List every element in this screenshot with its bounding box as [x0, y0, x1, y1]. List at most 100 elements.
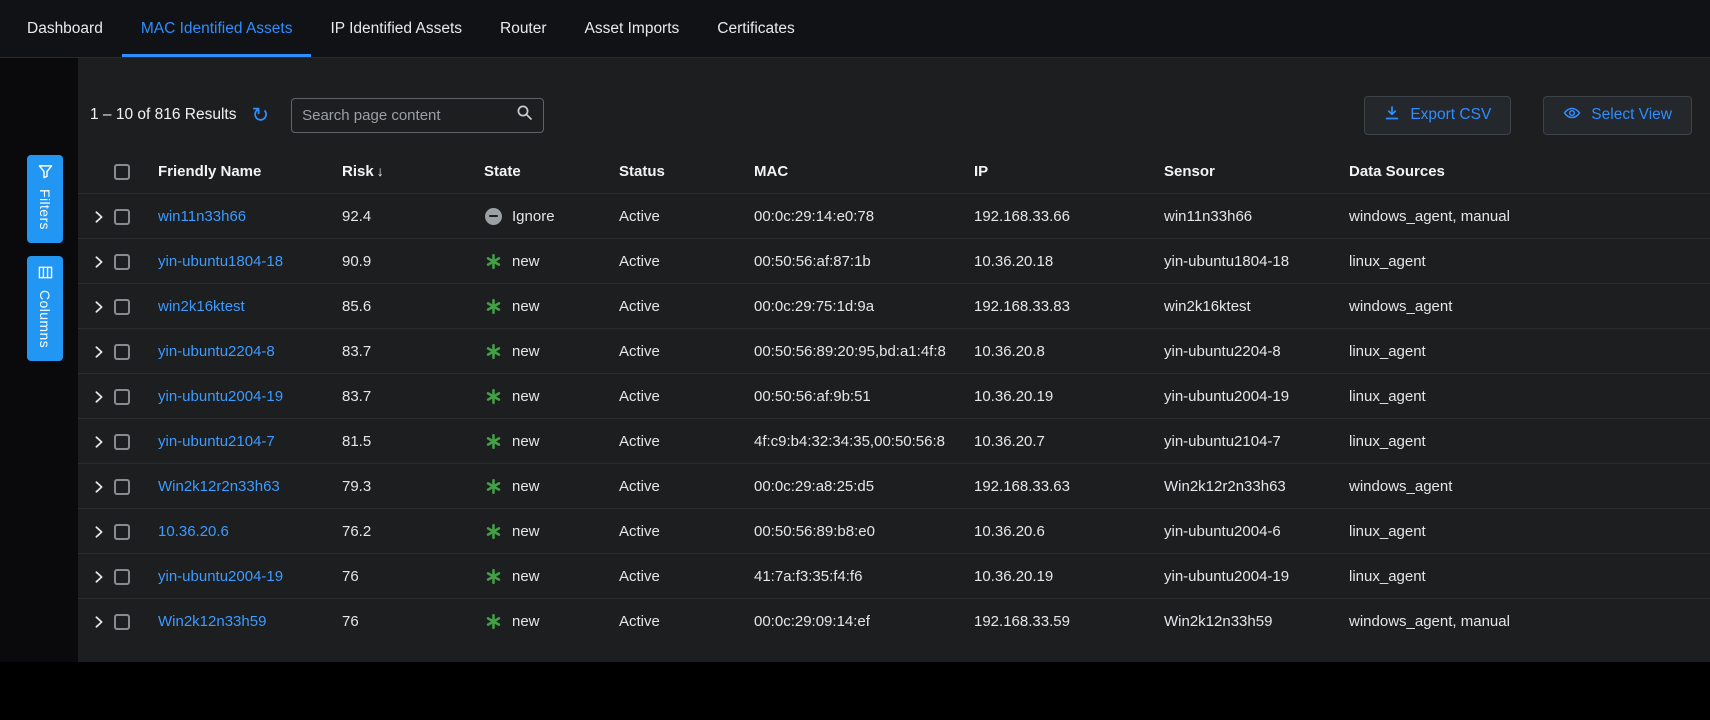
select-all-checkbox[interactable]: [114, 164, 130, 180]
eye-icon: [1563, 105, 1581, 126]
risk-value: 83.7: [334, 329, 476, 374]
mac-value: 00:50:56:af:9b:51: [746, 374, 966, 419]
mac-value: 00:50:56:af:87:1b: [746, 239, 966, 284]
tab-router[interactable]: Router: [481, 0, 566, 57]
select-view-button[interactable]: Select View: [1543, 96, 1692, 135]
row-checkbox[interactable]: [114, 479, 130, 495]
expand-chevron-icon[interactable]: [92, 525, 106, 539]
row-checkbox[interactable]: [114, 254, 130, 270]
tab-certificates[interactable]: Certificates: [698, 0, 814, 57]
risk-value: 90.9: [334, 239, 476, 284]
expand-chevron-icon[interactable]: [92, 615, 106, 629]
col-header-risk[interactable]: Risk↓: [334, 154, 476, 194]
mac-value: 4f:c9:b4:32:34:35,00:50:56:8: [746, 419, 966, 464]
state-label: new: [512, 613, 540, 630]
row-checkbox[interactable]: [114, 344, 130, 360]
row-checkbox[interactable]: [114, 389, 130, 405]
status-value: Active: [611, 599, 746, 644]
search-input[interactable]: [302, 107, 516, 124]
ip-value: 192.168.33.83: [966, 284, 1156, 329]
sensor-value: win2k16ktest: [1156, 284, 1341, 329]
state-label: new: [512, 343, 540, 360]
friendly-name-link[interactable]: Win2k12r2n33h63: [158, 478, 280, 495]
row-checkbox[interactable]: [114, 209, 130, 225]
data-sources-value: linux_agent: [1341, 419, 1710, 464]
status-value: Active: [611, 329, 746, 374]
col-header-state[interactable]: State: [476, 154, 611, 194]
state-cell: new: [484, 387, 603, 405]
friendly-name-link[interactable]: win11n33h66: [158, 208, 246, 225]
state-cell: new: [484, 522, 603, 540]
risk-value: 76: [334, 554, 476, 599]
ip-value: 192.168.33.59: [966, 599, 1156, 644]
col-header-mac[interactable]: MAC: [746, 154, 966, 194]
status-value: Active: [611, 419, 746, 464]
state-label: new: [512, 298, 540, 315]
friendly-name-link[interactable]: yin-ubuntu2104-7: [158, 433, 275, 450]
sensor-value: yin-ubuntu2004-19: [1156, 554, 1341, 599]
row-checkbox[interactable]: [114, 434, 130, 450]
expand-chevron-icon[interactable]: [92, 570, 106, 584]
state-cell: new: [484, 252, 603, 270]
friendly-name-link[interactable]: yin-ubuntu2204-8: [158, 343, 275, 360]
risk-value: 76: [334, 599, 476, 644]
expand-chevron-icon[interactable]: [92, 480, 106, 494]
expand-chevron-icon[interactable]: [92, 255, 106, 269]
filters-button[interactable]: Filters: [27, 155, 63, 243]
friendly-name-link[interactable]: win2k16ktest: [158, 298, 245, 315]
refresh-button[interactable]: ↻: [250, 103, 272, 128]
col-header-sensor[interactable]: Sensor: [1156, 154, 1341, 194]
friendly-name-link[interactable]: yin-ubuntu2004-19: [158, 568, 283, 585]
sensor-value: yin-ubuntu2004-6: [1156, 509, 1341, 554]
friendly-name-link[interactable]: 10.36.20.6: [158, 523, 229, 540]
ip-value: 192.168.33.63: [966, 464, 1156, 509]
expand-chevron-icon[interactable]: [92, 390, 106, 404]
col-header-data-sources[interactable]: Data Sources: [1341, 154, 1710, 194]
risk-value: 85.6: [334, 284, 476, 329]
tab-mac-identified-assets[interactable]: MAC Identified Assets: [122, 0, 312, 57]
new-state-icon: [484, 567, 502, 585]
mac-value: 41:7a:f3:35:f4:f6: [746, 554, 966, 599]
new-state-icon: [484, 342, 502, 360]
expand-chevron-icon[interactable]: [92, 435, 106, 449]
content-panel: 1 – 10 of 816 Results ↻ Export CSV: [78, 58, 1710, 662]
state-label: new: [512, 568, 540, 585]
friendly-name-link[interactable]: Win2k12n33h59: [158, 613, 266, 630]
tab-ip-identified-assets[interactable]: IP Identified Assets: [311, 0, 481, 57]
row-checkbox[interactable]: [114, 524, 130, 540]
status-value: Active: [611, 554, 746, 599]
select-all-cell: [106, 154, 150, 194]
expand-chevron-icon[interactable]: [92, 300, 106, 314]
table-row: Win2k12r2n33h63 79.3 new Active 00:0c:29…: [78, 464, 1710, 509]
col-header-status[interactable]: Status: [611, 154, 746, 194]
search-icon: [516, 104, 533, 126]
mac-value: 00:0c:29:09:14:ef: [746, 599, 966, 644]
row-checkbox[interactable]: [114, 614, 130, 630]
col-header-ip[interactable]: IP: [966, 154, 1156, 194]
ip-value: 10.36.20.8: [966, 329, 1156, 374]
mac-value: 00:0c:29:14:e0:78: [746, 194, 966, 239]
tab-dashboard[interactable]: Dashboard: [8, 0, 122, 57]
columns-button[interactable]: Columns: [27, 256, 63, 361]
data-sources-value: linux_agent: [1341, 329, 1710, 374]
table-row: 10.36.20.6 76.2 new Active 00:50:56:89:b…: [78, 509, 1710, 554]
mac-value: 00:50:56:89:b8:e0: [746, 509, 966, 554]
row-checkbox[interactable]: [114, 299, 130, 315]
friendly-name-link[interactable]: yin-ubuntu2004-19: [158, 388, 283, 405]
tab-label: IP Identified Assets: [330, 20, 462, 38]
expand-chevron-icon[interactable]: [92, 345, 106, 359]
new-state-icon: [484, 297, 502, 315]
sensor-value: Win2k12r2n33h63: [1156, 464, 1341, 509]
new-state-icon: [484, 612, 502, 630]
export-csv-button[interactable]: Export CSV: [1364, 96, 1511, 135]
table-row: yin-ubuntu2204-8 83.7 new Active 00:50:5…: [78, 329, 1710, 374]
tab-asset-imports[interactable]: Asset Imports: [566, 0, 699, 57]
data-sources-value: windows_agent: [1341, 284, 1710, 329]
ip-value: 10.36.20.18: [966, 239, 1156, 284]
row-checkbox[interactable]: [114, 569, 130, 585]
expand-chevron-icon[interactable]: [92, 210, 106, 224]
friendly-name-link[interactable]: yin-ubuntu1804-18: [158, 253, 283, 270]
download-icon: [1384, 105, 1400, 126]
filters-button-label: Filters: [37, 189, 53, 230]
col-header-friendly-name[interactable]: Friendly Name: [150, 154, 334, 194]
